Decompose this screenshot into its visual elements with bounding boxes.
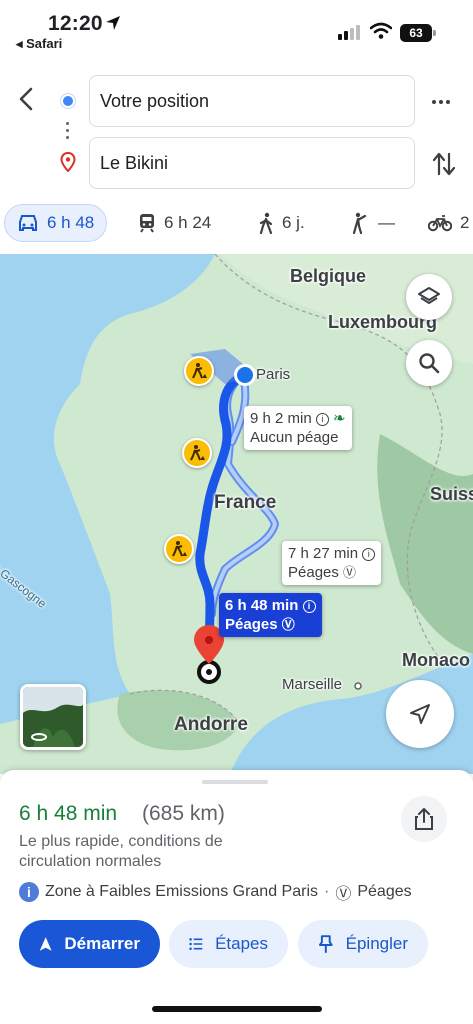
- tab-driving[interactable]: 6 h 48: [4, 204, 108, 242]
- separator: ·: [324, 883, 330, 900]
- roadwork-icon[interactable]: [184, 356, 214, 386]
- clock: 12:20: [48, 12, 103, 35]
- steps-label: Étapes: [215, 934, 268, 953]
- list-icon: [189, 938, 203, 950]
- tab-rideshare-label: —: [378, 213, 395, 232]
- map-label-paris: Paris: [256, 366, 291, 383]
- wifi-icon: [370, 22, 392, 39]
- route-callout-selected[interactable]: 6 h 48 min i Péages Ⓥ: [219, 593, 322, 637]
- origin-field[interactable]: Votre position: [89, 75, 415, 127]
- steps-button[interactable]: Étapes: [169, 920, 288, 968]
- tab-rideshare[interactable]: —: [350, 204, 395, 242]
- pin-button[interactable]: Épingler: [298, 920, 428, 968]
- sheet-drag-handle[interactable]: [202, 780, 268, 784]
- tab-cycling-label: 2: [460, 213, 470, 232]
- layers-icon: [418, 287, 440, 304]
- roadwork-icon[interactable]: [164, 534, 194, 564]
- route-info-row: i Zone à Faibles Emissions Grand Paris ·…: [19, 880, 412, 904]
- toll-icon: Ⓥ: [281, 617, 295, 632]
- swap-direction-icon[interactable]: [432, 150, 456, 178]
- walk-icon: [259, 212, 273, 234]
- search-along-route-button[interactable]: [406, 340, 452, 386]
- info-icon: i: [302, 599, 316, 613]
- navigation-arrow-icon: [410, 704, 430, 724]
- route-alt-2-sub: Péages: [288, 564, 339, 581]
- eco-leaf-icon: ❧: [333, 410, 346, 427]
- map-label-france: France: [214, 492, 277, 513]
- street-view-thumbnail[interactable]: [20, 684, 86, 750]
- layers-button[interactable]: [406, 274, 452, 320]
- travel-mode-tabs: 6 h 48 6 h 24 6 j. — 2: [0, 204, 473, 250]
- origin-dot-icon: [61, 94, 75, 108]
- start-navigation-button[interactable]: Démarrer: [19, 920, 160, 968]
- tab-walking[interactable]: 6 j.: [258, 204, 305, 242]
- low-emission-zone-label: Zone à Faibles Emissions Grand Paris: [45, 883, 318, 900]
- map-label-marseille: Marseille: [282, 676, 343, 693]
- my-location-button[interactable]: [386, 680, 454, 748]
- route-distance: (685 km): [142, 802, 225, 825]
- share-button[interactable]: [401, 796, 447, 842]
- search-icon: [419, 353, 440, 374]
- share-icon: [415, 808, 433, 830]
- pin-label: Épingler: [345, 934, 408, 953]
- home-indicator[interactable]: [152, 1006, 322, 1012]
- navigation-icon: [39, 937, 52, 951]
- route-map[interactable]: Belgique Luxembourg Paris France Suiss e…: [0, 254, 473, 774]
- route-selected-time: 6 h 48 min: [225, 597, 299, 614]
- destination-pin-icon: [60, 152, 76, 172]
- route-description: Le plus rapide, conditions de circulatio…: [19, 833, 223, 870]
- destination-field[interactable]: Le Bikini: [89, 137, 415, 189]
- route-alt-1-sub: Aucun péage: [250, 429, 339, 446]
- train-icon: [140, 214, 154, 233]
- rideshare-icon: [352, 212, 367, 234]
- tab-cycling[interactable]: 2: [428, 204, 469, 242]
- info-filled-icon: i: [19, 882, 39, 902]
- info-icon: i: [362, 547, 376, 561]
- map-label-suisse: Suiss: [430, 484, 473, 504]
- status-bar: 12:20 ◂ Safari 63: [0, 0, 473, 56]
- back-arrow-icon[interactable]: [14, 86, 40, 112]
- route-duration: 6 h 48 min: [19, 802, 118, 825]
- location-arrow-icon: [106, 16, 120, 30]
- tab-walking-label: 6 j.: [282, 213, 305, 232]
- back-to-safari[interactable]: ◂ Safari: [16, 36, 62, 52]
- route-details-sheet[interactable]: 6 h 48 min (685 km) Le plus rapide, cond…: [0, 770, 473, 1024]
- tab-driving-label: 6 h 48: [47, 213, 95, 232]
- tab-transit[interactable]: 6 h 24: [138, 204, 211, 242]
- roadwork-icon[interactable]: [182, 438, 212, 468]
- map-label-belgique: Belgique: [290, 266, 367, 286]
- route-alt-1-time: 9 h 2 min: [250, 410, 312, 427]
- battery-indicator: 63: [400, 24, 436, 42]
- map-label-andorre: Andorre: [174, 714, 248, 735]
- route-connector-dots: [66, 122, 70, 143]
- start-label: Démarrer: [64, 934, 140, 953]
- street-view-preview: [23, 687, 83, 747]
- bike-icon: [428, 215, 452, 232]
- map-label-monaco: Monaco: [402, 650, 471, 670]
- toll-icon: Ⓥ: [335, 886, 352, 903]
- pin-icon: [318, 935, 333, 953]
- info-icon: i: [315, 412, 329, 426]
- car-icon: [19, 215, 37, 231]
- cellular-signal-icon: [338, 24, 360, 40]
- toll-icon: Ⓥ: [343, 565, 357, 580]
- route-callout-alt-2[interactable]: 7 h 27 min i Péages Ⓥ: [282, 541, 382, 585]
- tab-transit-label: 6 h 24: [164, 213, 212, 232]
- route-alt-2-time: 7 h 27 min: [288, 545, 359, 562]
- more-options-icon[interactable]: [432, 92, 456, 112]
- tolls-label: Péages: [357, 883, 412, 900]
- route-callout-alt-1[interactable]: 9 h 2 min i ❧ Aucun péage: [244, 406, 352, 450]
- route-selected-sub: Péages: [225, 616, 278, 633]
